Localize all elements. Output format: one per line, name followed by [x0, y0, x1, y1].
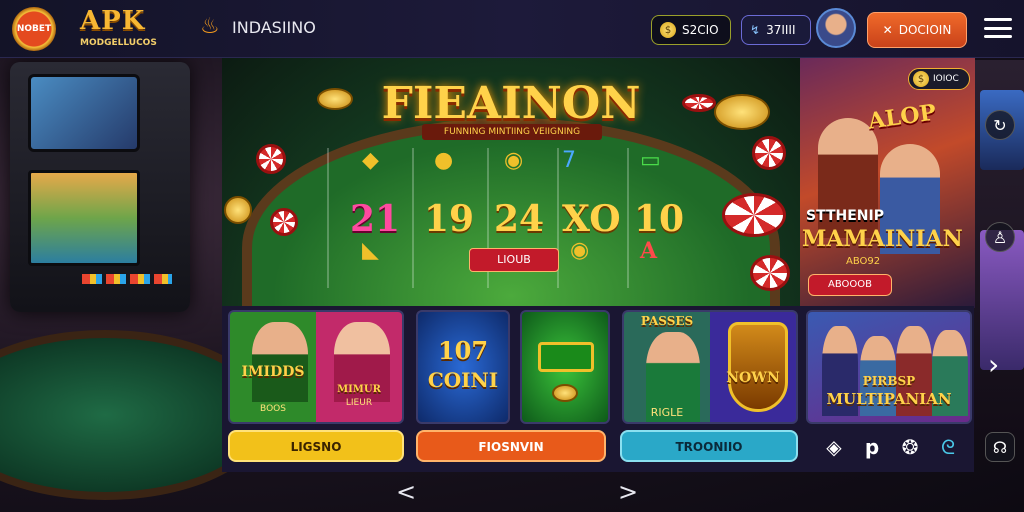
reel-value: 10: [634, 198, 685, 240]
reel-value: 19: [424, 198, 475, 240]
coin-icon: ●: [434, 148, 454, 173]
promo-banner[interactable]: $ IOIOC ALOP STTHENIP MAMAINIAN ABO92 AB…: [800, 58, 975, 308]
diamond-icon[interactable]: ◈: [820, 434, 848, 460]
deposit-button-label: DOCIOIN: [898, 23, 952, 37]
promo-subtitle: ABO92: [846, 256, 881, 267]
game-tile[interactable]: [520, 310, 610, 424]
game-tile-subtitle: RIGLE: [650, 406, 684, 419]
coin-icon: [552, 384, 578, 402]
shoe-icon: ◣: [362, 238, 379, 263]
promo-title: MAMAINIAN: [802, 226, 963, 252]
game-tile-title: PASSES: [640, 314, 694, 328]
game-tile-title: MIMUR: [337, 384, 381, 395]
game-tile[interactable]: PASSES NOWN RIGLE: [622, 310, 798, 424]
reel-divider: [327, 148, 329, 288]
game-tile-title: PIRBSP: [862, 374, 916, 388]
category-button[interactable]: TROONIIO: [620, 430, 798, 462]
seven-icon: 7: [562, 148, 576, 173]
refresh-icon[interactable]: ↻: [985, 110, 1015, 140]
shield-icon: [728, 322, 788, 412]
reel-value: XO: [562, 198, 621, 240]
category-button[interactable]: LIGSNO: [228, 430, 404, 462]
reel-divider: [412, 148, 414, 288]
ace-icon: A: [640, 238, 658, 264]
promo-title: STTHENIP: [806, 208, 884, 224]
game-tile-subtitle: LIEUR: [345, 398, 373, 408]
reel-value: 24: [494, 198, 545, 240]
game-tile[interactable]: 107 COINI: [416, 310, 510, 424]
game-tile-title: 107: [437, 336, 489, 365]
brand-subtitle: MODGELLUCOS: [80, 38, 157, 48]
logo-badge[interactable]: NOBET: [12, 7, 56, 51]
hamburger-menu-icon[interactable]: [984, 15, 1012, 41]
coin-balance-value: S2CIO: [682, 23, 719, 37]
game-grid: IMIDDS MIMUR BOOS LIEUR 107 COINI PASSES…: [222, 306, 974, 472]
cash-icon: [538, 342, 594, 372]
coin-icon: [317, 88, 353, 110]
game-tile-title: NOWN: [726, 370, 780, 386]
poker-chip-icon: [256, 144, 286, 174]
support-icon[interactable]: ☊: [985, 432, 1015, 462]
game-tile-title: COINI: [427, 368, 499, 392]
poker-chip-icon: [750, 255, 790, 291]
chevron-right-icon[interactable]: >: [618, 478, 638, 506]
promo-coin-label: IOIOC: [933, 74, 959, 84]
bell-icon: ◆: [362, 148, 379, 173]
poker-chip-icon: [752, 136, 786, 170]
chevron-right-icon[interactable]: ›: [988, 348, 999, 381]
p-icon[interactable]: p: [858, 434, 886, 460]
flame-icon: ♨: [200, 14, 220, 39]
slot-machine-image: [10, 62, 190, 312]
play-button[interactable]: LIOUB: [469, 248, 559, 272]
deposit-button[interactable]: ✕ DOCIOIN: [867, 12, 967, 48]
game-tile-title: MULTIPANIAN: [826, 390, 952, 408]
discord-icon[interactable]: ❂: [896, 434, 924, 460]
game-character: [252, 322, 308, 402]
promo-button[interactable]: ABOOOB: [808, 274, 892, 296]
game-tile-subtitle: BOOS: [260, 404, 286, 414]
lightning-icon: ↯: [750, 23, 761, 37]
brand-title: APK: [80, 6, 146, 36]
gem-balance[interactable]: ↯ 37IIII: [741, 15, 811, 45]
coin-balance[interactable]: $ S2CIO: [651, 15, 731, 45]
avatar[interactable]: [816, 8, 856, 48]
category-button[interactable]: FIOSNVIN: [416, 430, 606, 462]
coin-icon: ◉: [570, 238, 590, 263]
game-tile[interactable]: PIRBSP MULTIPANIAN: [806, 310, 972, 424]
app-name: INDASIINO: [232, 18, 316, 37]
reel-value: 21: [350, 198, 401, 240]
reel-divider: [627, 148, 629, 288]
game-tile-title: IMIDDS: [241, 364, 305, 380]
coin-icon: $: [660, 22, 676, 38]
poker-chip-icon: [722, 193, 786, 237]
coin-icon: [224, 196, 252, 224]
poker-chip-icon: [270, 208, 298, 236]
promo-badge: ALOP: [866, 99, 938, 135]
game-tagline: FUNNING MINTIING VEIIGNING: [422, 124, 602, 140]
featured-game-banner[interactable]: FIEAINON FUNNING MINTIING VEIIGNING ◆ ● …: [222, 58, 800, 308]
coin-icon: [714, 94, 770, 130]
user-icon[interactable]: ♙: [985, 222, 1015, 252]
cash-icon: ▭: [640, 148, 661, 173]
coin-icon: ◉: [504, 148, 524, 173]
logo-badge-text: NOBET: [16, 24, 52, 34]
game-tile[interactable]: IMIDDS MIMUR BOOS LIEUR: [228, 310, 404, 424]
promo-coin-badge: $ IOIOC: [908, 68, 970, 90]
top-bar: NOBET APK MODGELLUCOS ♨ INDASIINO $ S2CI…: [0, 0, 1024, 58]
chevron-left-icon[interactable]: <: [396, 478, 416, 506]
chat-icon[interactable]: ᘓ: [934, 434, 962, 460]
coin-icon: $: [913, 71, 929, 87]
gem-balance-value: 37IIII: [766, 23, 796, 37]
sparkle-icon: ✕: [882, 23, 893, 37]
poker-chip-icon: [682, 94, 716, 112]
